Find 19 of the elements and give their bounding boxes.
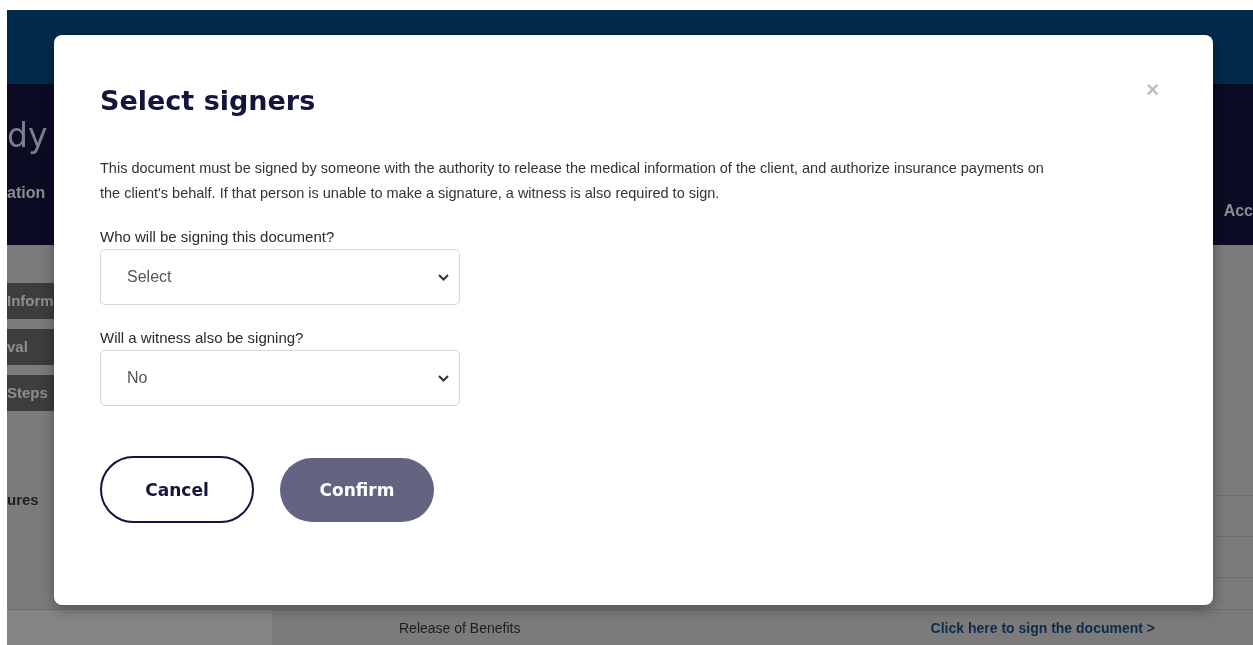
dialog-message: This document must be signed by someone with the authority to release the medical information of the client, and authorize insurance payments on the client's behalf. If that person is unable to make a signature, a witness is also required to sign. [100, 159, 1045, 203]
select-field[interactable]: Select [100, 249, 460, 305]
field-label: Will a witness also be signing? [100, 329, 305, 346]
nav-item[interactable]: ation [7, 184, 48, 202]
sign-link[interactable]: Click here to sign the document > [930, 619, 1155, 636]
select-field[interactable]: No [100, 350, 460, 406]
cancel-button[interactable]: Cancel [100, 456, 254, 523]
chevron-down-icon [438, 374, 449, 382]
side-tab[interactable]: Steps [7, 375, 54, 411]
chevron-down-icon [438, 273, 449, 281]
nav-item[interactable]: Acc [1223, 202, 1253, 219]
section-label: ures [7, 491, 40, 508]
side-tab[interactable]: val [7, 329, 54, 365]
logo-text: dy [7, 115, 48, 157]
side-tab[interactable]: Inform [7, 283, 54, 319]
field-label: Who will be signing this document? [100, 228, 336, 245]
dialog-title: Select signers [100, 85, 316, 116]
document-name: Release of Benefits [399, 619, 521, 636]
confirm-button[interactable]: Confirm [280, 457, 434, 522]
